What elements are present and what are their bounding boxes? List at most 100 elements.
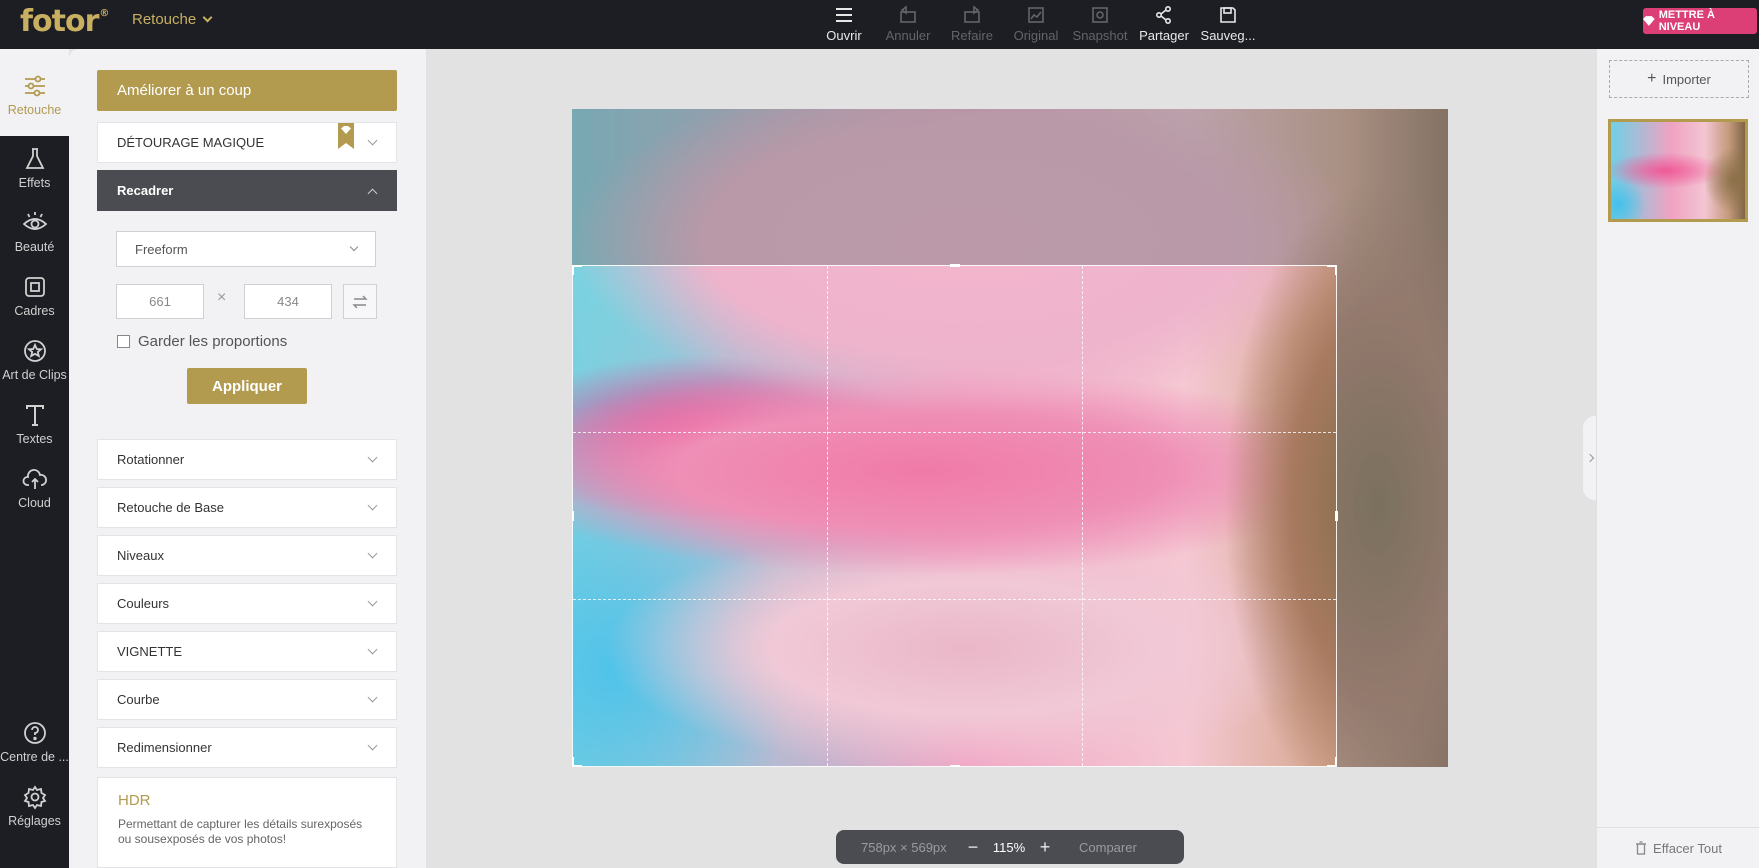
- toolbar: Ouvrir Annuler Refaire Original Snapshot…: [812, 0, 1260, 49]
- auto-enhance-button[interactable]: Améliorer à un coup: [97, 70, 397, 111]
- section-label: Redimensionner: [117, 740, 212, 755]
- upgrade-label: METTRE À NIVEAU: [1658, 9, 1715, 33]
- crop-handle-left[interactable]: [572, 511, 574, 521]
- apply-button[interactable]: Appliquer: [187, 368, 307, 404]
- crop-handle-bottom-left[interactable]: [572, 757, 582, 767]
- checkbox-box[interactable]: [117, 335, 130, 348]
- nav-item-beaute[interactable]: Beauté: [0, 200, 69, 264]
- chevron-down-icon: [367, 548, 378, 559]
- nav-item-effets[interactable]: Effets: [0, 136, 69, 200]
- module-dropdown[interactable]: Retouche: [132, 11, 213, 28]
- vignette-section[interactable]: VIGNETTE: [97, 631, 397, 672]
- undo-label: Annuler: [885, 28, 931, 43]
- fotor-logo[interactable]: fotor®: [20, 4, 109, 39]
- resize-section[interactable]: Redimensionner: [97, 727, 397, 768]
- snapshot-label: Snapshot: [1072, 28, 1128, 43]
- upgrade-button[interactable]: METTRE À NIVEAU: [1643, 8, 1757, 34]
- chevron-down-icon: [367, 692, 378, 703]
- section-label: VIGNETTE: [117, 644, 183, 659]
- rotate-section[interactable]: Rotationner: [97, 439, 397, 480]
- crop-handle-top-right[interactable]: [1327, 265, 1337, 275]
- chevron-down-icon: [367, 740, 378, 751]
- original-label: Original: [1013, 28, 1059, 43]
- zoom-out-button[interactable]: −: [963, 837, 983, 858]
- basic-retouch-section[interactable]: Retouche de Base: [97, 487, 397, 528]
- swap-icon: [352, 295, 368, 308]
- menu-icon: [836, 8, 852, 22]
- chevron-right-icon: [1585, 453, 1594, 463]
- keep-proportions-checkbox[interactable]: Garder les proportions: [117, 333, 287, 350]
- crop-handle-top[interactable]: [950, 264, 960, 267]
- flask-icon: [25, 148, 44, 169]
- snapshot-button[interactable]: Snapshot: [1068, 0, 1132, 49]
- swap-dimensions-button[interactable]: [343, 284, 377, 319]
- crop-box[interactable]: [572, 264, 1338, 767]
- section-label: Courbe: [117, 692, 160, 707]
- crop-height-input[interactable]: [244, 284, 332, 319]
- redo-icon: [964, 5, 980, 23]
- clear-all-button[interactable]: Effacer Tout: [1597, 827, 1759, 868]
- compare-button[interactable]: Comparer: [1079, 840, 1137, 855]
- top-bar: fotor® Retouche Ouvrir Annuler Refaire O…: [0, 0, 1759, 49]
- crop-ratio-select[interactable]: Freeform: [116, 231, 376, 267]
- nav-item-cloud[interactable]: Cloud: [0, 456, 69, 520]
- share-icon: [1155, 5, 1172, 25]
- crop-width-input[interactable]: [116, 284, 204, 319]
- snapshot-icon: [1092, 7, 1108, 23]
- curve-section[interactable]: Courbe: [97, 679, 397, 720]
- help-icon: [23, 722, 46, 744]
- text-icon: [25, 405, 44, 426]
- crop-ratio-value: Freeform: [135, 241, 188, 257]
- collapse-right-panel-button[interactable]: [1583, 416, 1596, 500]
- share-label: Partager: [1139, 28, 1189, 43]
- section-label: Rotationner: [117, 452, 185, 467]
- image-icon: [1028, 7, 1044, 23]
- trash-icon: [1636, 841, 1647, 855]
- nav-item-textes[interactable]: Textes: [0, 392, 69, 456]
- colors-section[interactable]: Couleurs: [97, 583, 397, 624]
- keep-proportions-label: Garder les proportions: [138, 333, 288, 350]
- clear-all-label: Effacer Tout: [1653, 840, 1722, 856]
- undo-icon: [900, 5, 916, 23]
- times-symbol: ×: [217, 289, 227, 306]
- frame-icon: [24, 277, 45, 297]
- crop-grid-line: [573, 599, 1336, 600]
- nav-label: Beauté: [14, 240, 55, 254]
- save-button[interactable]: Sauveg...: [1196, 0, 1260, 49]
- crop-handle-bottom-right[interactable]: [1327, 757, 1337, 767]
- crop-shade-right: [1337, 265, 1448, 767]
- photo-canvas[interactable]: [572, 109, 1448, 767]
- crop-handle-top-left[interactable]: [572, 265, 582, 275]
- chevron-up-icon: [367, 188, 378, 199]
- crop-handle-bottom[interactable]: [950, 765, 960, 767]
- levels-section[interactable]: Niveaux: [97, 535, 397, 576]
- redo-button[interactable]: Refaire: [940, 0, 1004, 49]
- nav-item-cadres[interactable]: Cadres: [0, 264, 69, 328]
- hdr-title: HDR: [118, 792, 151, 809]
- share-button[interactable]: Partager: [1132, 0, 1196, 49]
- open-button[interactable]: Ouvrir: [812, 0, 876, 49]
- image-thumbnail[interactable]: [1608, 119, 1748, 222]
- eye-icon: [22, 212, 47, 230]
- undo-button[interactable]: Annuler: [876, 0, 940, 49]
- crop-grid-line: [1082, 266, 1083, 766]
- zoom-level: 115%: [992, 839, 1026, 855]
- zoom-in-button[interactable]: +: [1035, 837, 1055, 858]
- nav-label: Cloud: [18, 496, 51, 510]
- nav-item-help[interactable]: Centre de ...: [0, 710, 69, 774]
- nav-label: Retouche: [7, 103, 62, 117]
- magic-cutout-section[interactable]: DÉTOURAGE MAGIQUE: [97, 122, 397, 163]
- section-label: Niveaux: [117, 548, 164, 563]
- chevron-down-icon: [349, 242, 359, 252]
- original-button[interactable]: Original: [1004, 0, 1068, 49]
- crop-shade-top: [572, 109, 1448, 265]
- chevron-down-icon: [202, 12, 213, 23]
- nav-item-settings[interactable]: Réglages: [0, 774, 69, 838]
- crop-section[interactable]: Recadrer: [97, 170, 397, 211]
- import-button[interactable]: + Importer: [1609, 60, 1749, 98]
- crop-grid-line: [573, 432, 1336, 433]
- nav-item-retouche[interactable]: Retouche: [0, 49, 69, 136]
- nav-item-clipart[interactable]: Art de Clips: [0, 328, 69, 392]
- crop-handle-right[interactable]: [1335, 511, 1338, 521]
- hdr-card[interactable]: HDR Permettant de capturer les détails s…: [97, 777, 397, 868]
